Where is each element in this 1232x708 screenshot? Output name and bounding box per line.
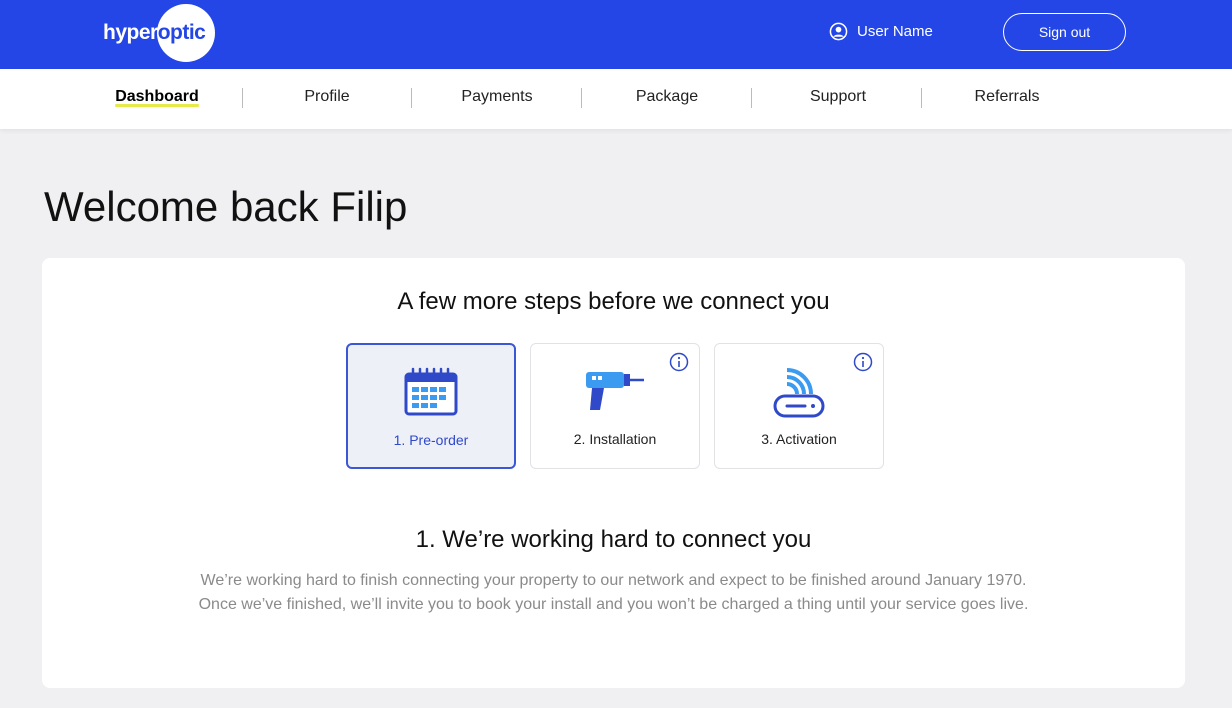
step-label: 1. Pre-order bbox=[393, 432, 469, 448]
top-bar: hyperoptic User Name Sign out bbox=[0, 0, 1232, 69]
info-icon[interactable] bbox=[669, 352, 689, 372]
user-icon bbox=[829, 22, 848, 41]
nav-divider bbox=[242, 88, 243, 108]
onboarding-card: A few more steps before we connect you 1… bbox=[42, 258, 1185, 688]
status-line: We’re working hard to finish connecting … bbox=[200, 572, 1027, 589]
drill-icon bbox=[586, 372, 644, 410]
router-icon bbox=[773, 368, 825, 418]
sign-out-button[interactable]: Sign out bbox=[1003, 13, 1126, 51]
status-title: 1. We’re working hard to connect you bbox=[415, 526, 812, 553]
step-installation[interactable]: 2. Installation bbox=[530, 343, 700, 469]
nav-item-referrals[interactable]: Referrals bbox=[937, 88, 1077, 106]
user-menu[interactable]: User Name bbox=[829, 22, 933, 41]
step-activation[interactable]: 3. Activation bbox=[714, 343, 884, 469]
logo-text: hyperoptic bbox=[103, 21, 206, 44]
user-name: User Name bbox=[857, 23, 933, 40]
calendar-icon bbox=[404, 367, 458, 416]
nav-item-payments[interactable]: Payments bbox=[427, 88, 567, 106]
nav-item-dashboard[interactable]: Dashboard bbox=[87, 88, 227, 106]
nav-divider bbox=[751, 88, 752, 108]
main-nav: Dashboard Profile Payments Package Suppo… bbox=[0, 69, 1232, 129]
nav-divider bbox=[411, 88, 412, 108]
nav-divider bbox=[581, 88, 582, 108]
page-title: Welcome back Filip bbox=[44, 183, 408, 230]
status-description: We’re working hard to finish connecting … bbox=[42, 569, 1185, 617]
nav-divider bbox=[921, 88, 922, 108]
card-title: A few more steps before we connect you bbox=[397, 288, 830, 315]
status-line: Once we’ve finished, we’ll invite you to… bbox=[198, 596, 1029, 613]
hyperoptic-logo[interactable]: hyperoptic bbox=[103, 4, 215, 62]
nav-item-support[interactable]: Support bbox=[768, 88, 908, 106]
step-pre-order[interactable]: 1. Pre-order bbox=[346, 343, 516, 469]
step-label: 3. Activation bbox=[761, 431, 837, 447]
info-icon[interactable] bbox=[853, 352, 873, 372]
nav-item-package[interactable]: Package bbox=[597, 88, 737, 106]
nav-item-profile[interactable]: Profile bbox=[257, 88, 397, 106]
step-label: 2. Installation bbox=[573, 431, 657, 447]
